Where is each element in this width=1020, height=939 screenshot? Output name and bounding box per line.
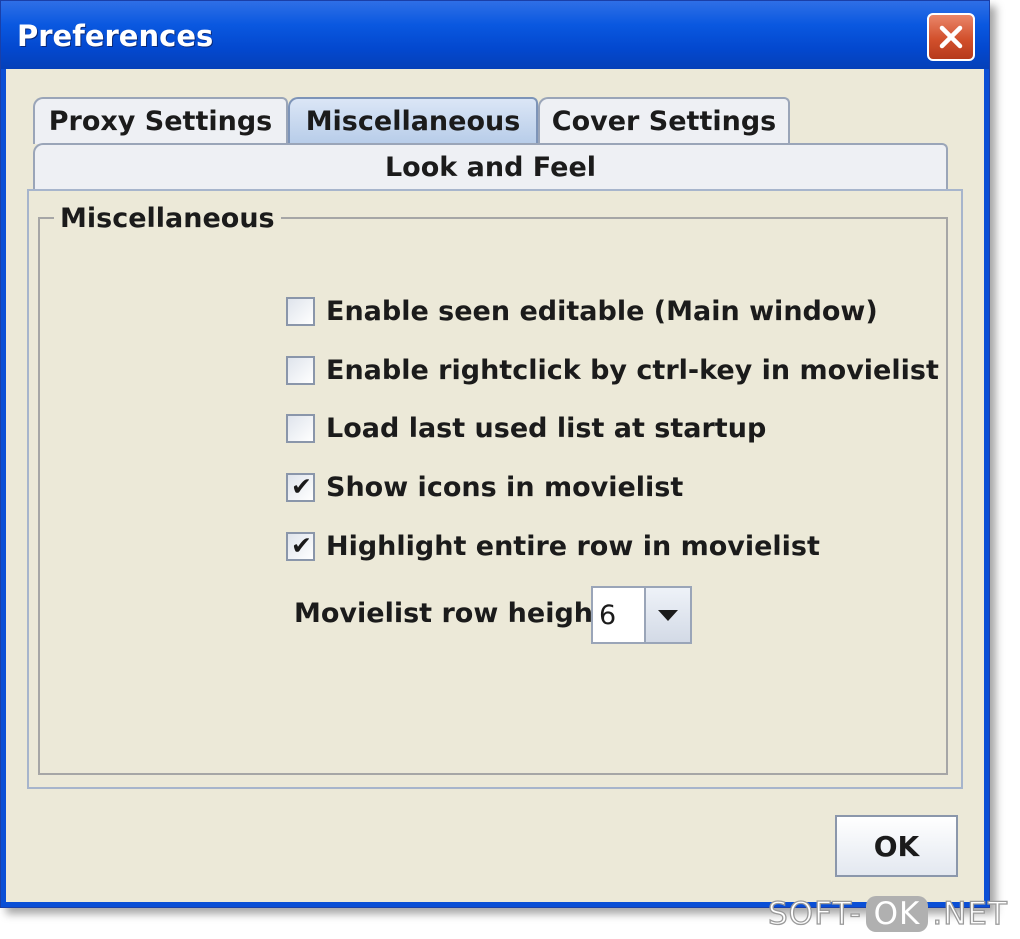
checkbox-checked[interactable]: ✔	[286, 471, 315, 502]
checkbox-checked[interactable]: ✔	[286, 530, 315, 561]
tab-label: Look and Feel	[384, 151, 597, 183]
watermark: SOFT- OK .NET	[767, 895, 1008, 932]
tab-look-and-feel[interactable]: Look and Feel	[33, 143, 948, 189]
checkbox[interactable]	[286, 296, 315, 326]
option-load-last-used-list[interactable]: Load last used list at startup	[286, 411, 766, 445]
checkbox-label: Highlight entire row in movielist	[326, 530, 820, 562]
checkbox-label: Enable seen editable (Main window)	[326, 295, 878, 327]
watermark-text: SOFT-	[767, 895, 862, 932]
checkbox-label: Enable rightclick by ctrl-key in movieli…	[326, 354, 939, 386]
option-enable-rightclick-ctrl[interactable]: Enable rightclick by ctrl-key in movieli…	[286, 353, 939, 387]
checkbox-label: Show icons in movielist	[326, 471, 684, 503]
check-mark-icon: ✔	[291, 530, 312, 560]
check-mark-icon: ✔	[291, 471, 312, 501]
ok-button[interactable]: OK	[835, 815, 958, 877]
close-button[interactable]	[927, 13, 975, 61]
chevron-down-icon	[658, 610, 678, 621]
option-highlight-entire-row[interactable]: ✔ Highlight entire row in movielist	[286, 529, 820, 563]
title-bar[interactable]: Preferences	[1, 1, 989, 69]
groupbox-title: Miscellaneous	[54, 203, 281, 234]
checkbox[interactable]	[286, 355, 315, 385]
option-enable-seen-editable[interactable]: Enable seen editable (Main window)	[286, 294, 878, 328]
window-frame-left	[1, 69, 6, 907]
tab-label: Cover Settings	[551, 106, 777, 137]
tab-label: Proxy Settings	[48, 106, 273, 137]
close-icon	[939, 25, 963, 49]
combobox-dropdown-button[interactable]	[644, 588, 690, 642]
window-frame-right	[984, 69, 989, 907]
checkbox[interactable]	[286, 413, 315, 443]
window-title: Preferences	[17, 19, 214, 53]
row-height-combobox[interactable]: 6	[591, 586, 692, 644]
combobox-value: 6	[599, 600, 617, 631]
tab-cover-settings[interactable]: Cover Settings	[538, 97, 790, 144]
tab-miscellaneous[interactable]: Miscellaneous	[288, 97, 538, 143]
watermark-text: .NET	[932, 895, 1008, 932]
option-show-icons[interactable]: ✔ Show icons in movielist	[286, 470, 683, 504]
ok-button-label: OK	[873, 829, 920, 863]
tab-label: Miscellaneous	[305, 105, 521, 137]
row-height-label: Movielist row height:	[294, 598, 617, 629]
checkbox-label: Load last used list at startup	[326, 412, 767, 444]
watermark-text: OK	[865, 896, 929, 932]
tab-proxy-settings[interactable]: Proxy Settings	[33, 97, 288, 144]
